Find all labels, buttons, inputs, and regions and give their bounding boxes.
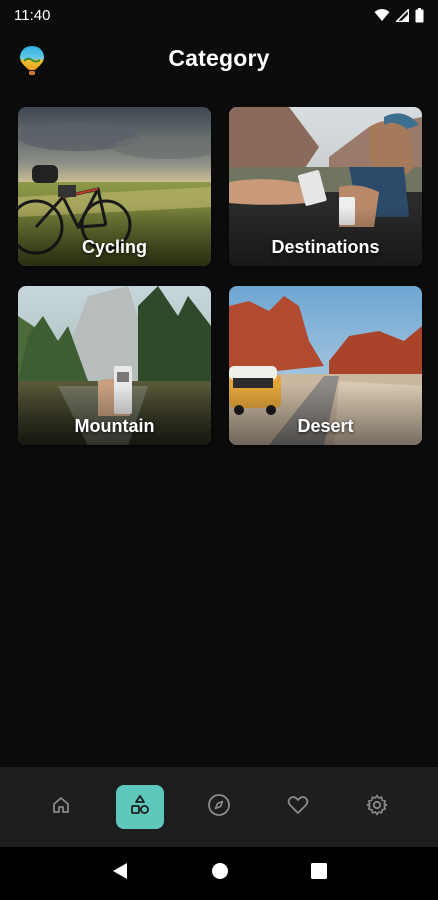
back-icon[interactable] (111, 861, 129, 886)
category-grid: Cycling Destinations Mountain Desert (18, 107, 422, 445)
nav-categories[interactable] (116, 785, 165, 829)
categories-icon (129, 794, 151, 821)
category-label: Destinations (271, 237, 380, 257)
category-card-mountain[interactable]: Mountain (18, 286, 211, 445)
home-icon (51, 795, 71, 820)
status-bar: 11:40 (0, 0, 438, 30)
compass-icon (207, 793, 231, 822)
category-label: Mountain (74, 416, 155, 436)
category-card-cycling[interactable]: Cycling (18, 107, 211, 266)
heart-icon (287, 795, 309, 820)
nav-favorites[interactable] (274, 785, 322, 829)
wifi-icon (374, 8, 390, 22)
nav-explore[interactable] (195, 785, 243, 829)
category-card-desert[interactable]: Desert (229, 286, 422, 445)
nav-home[interactable] (37, 785, 85, 829)
status-time: 11:40 (14, 6, 51, 24)
bottom-nav (0, 767, 438, 847)
nav-settings[interactable] (353, 785, 401, 829)
gear-icon (366, 794, 388, 821)
recents-icon[interactable] (311, 863, 327, 884)
app-header: Category (0, 40, 438, 80)
signal-icon (396, 8, 409, 22)
system-nav-bar (0, 847, 438, 900)
category-label: Cycling (81, 237, 147, 257)
page-title: Category (168, 45, 270, 71)
category-label: Desert (297, 416, 354, 436)
home-circle-icon[interactable] (211, 862, 229, 885)
battery-icon (415, 7, 424, 23)
category-card-destinations[interactable]: Destinations (229, 107, 422, 266)
status-icons (374, 7, 424, 23)
